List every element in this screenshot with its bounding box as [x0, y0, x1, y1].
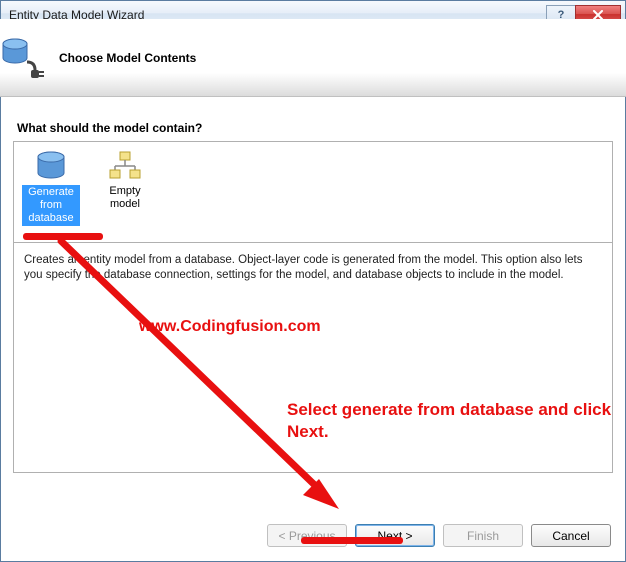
finish-button: Finish [443, 524, 523, 547]
close-icon [593, 10, 603, 20]
previous-button: < Previous [267, 524, 347, 547]
option-label: Generate from database [22, 185, 80, 226]
wizard-step-title: Choose Model Contents [59, 51, 196, 65]
wizard-buttons: < Previous Next > Finish Cancel [267, 524, 611, 547]
empty-model-icon [107, 150, 143, 182]
option-empty-model[interactable]: Empty model [94, 148, 156, 213]
cancel-button[interactable]: Cancel [531, 524, 611, 547]
option-label: Empty model [109, 185, 140, 210]
database-icon [33, 150, 69, 182]
wizard-header: Choose Model Contents [0, 19, 626, 97]
database-plug-icon [0, 34, 47, 82]
option-description: Creates an entity model from a database.… [13, 243, 613, 473]
option-generate-from-database[interactable]: Generate from database [20, 148, 82, 228]
model-options: Generate from database Empty model [13, 141, 613, 243]
wizard-window: Entity Data Model Wizard ? Choose Model … [0, 0, 626, 562]
wizard-content: What should the model contain? Generate … [1, 107, 625, 483]
question-label: What should the model contain? [17, 121, 609, 135]
next-button[interactable]: Next > [355, 524, 435, 547]
